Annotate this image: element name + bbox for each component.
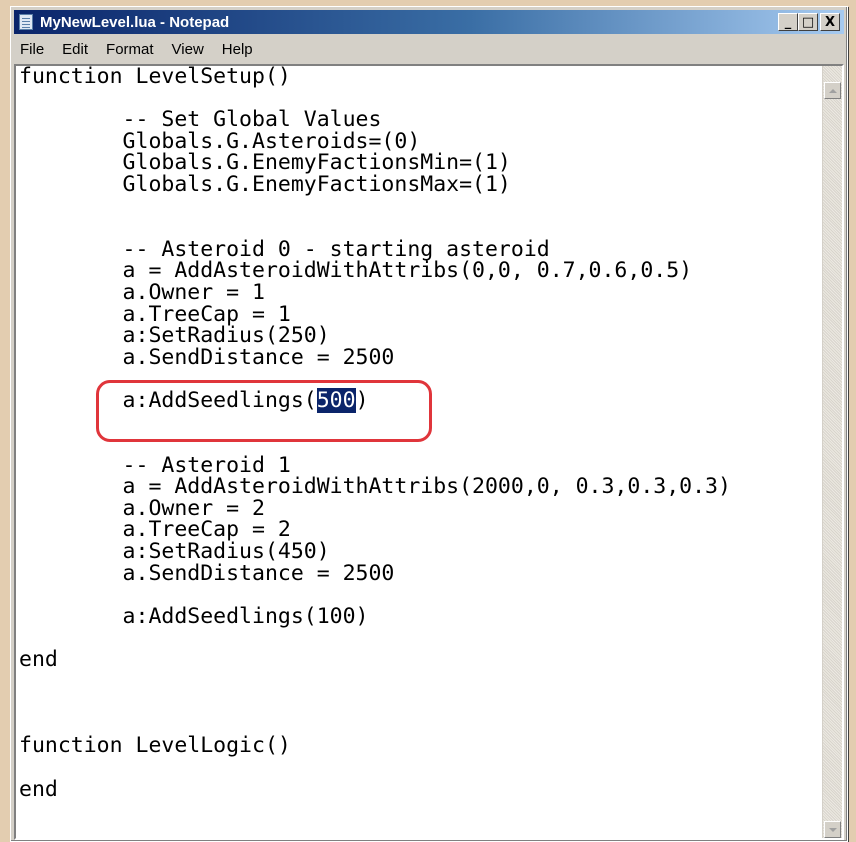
menu-file[interactable]: File: [14, 41, 53, 58]
menu-format[interactable]: Format: [97, 41, 163, 58]
arrow-down-icon: [828, 827, 837, 832]
window-controls: _ □ X: [778, 13, 840, 31]
code-line[interactable]: Globals.G.EnemyFactionsMin=(1): [19, 152, 809, 174]
code-line[interactable]: a.SendDistance = 2500: [19, 347, 809, 369]
code-line[interactable]: function LevelSetup(): [19, 66, 809, 88]
highlight-callout: [96, 380, 432, 442]
scroll-up-button[interactable]: [824, 82, 841, 99]
code-line[interactable]: -- Asteroid 1: [19, 455, 809, 477]
text-editor[interactable]: function LevelSetup() -- Set Global Valu…: [14, 64, 844, 840]
code-line[interactable]: a = AddAsteroidWithAttribs(0,0, 0.7,0.6,…: [19, 260, 809, 282]
window-title: MyNewLevel.lua - Notepad: [40, 14, 230, 31]
close-button[interactable]: X: [820, 13, 840, 31]
code-line[interactable]: a:SetRadius(250): [19, 325, 809, 347]
code-line[interactable]: [19, 671, 809, 693]
menu-edit[interactable]: Edit: [53, 41, 97, 58]
menu-bar: File Edit Format View Help: [14, 37, 844, 61]
code-line[interactable]: [19, 196, 809, 218]
code-line[interactable]: a.TreeCap = 2: [19, 519, 809, 541]
code-line[interactable]: -- Set Global Values: [19, 109, 809, 131]
code-line[interactable]: [19, 88, 809, 110]
code-line[interactable]: Globals.G.EnemyFactionsMax=(1): [19, 174, 809, 196]
vertical-scrollbar[interactable]: [822, 66, 842, 838]
code-line[interactable]: a = AddAsteroidWithAttribs(2000,0, 0.3,0…: [19, 476, 809, 498]
menu-view[interactable]: View: [163, 41, 213, 58]
code-line[interactable]: a.Owner = 2: [19, 498, 809, 520]
code-line[interactable]: -- Asteroid 0 - starting asteroid: [19, 239, 809, 261]
notepad-icon[interactable]: [19, 14, 33, 30]
code-line[interactable]: Globals.G.Asteroids=(0): [19, 131, 809, 153]
code-line[interactable]: [19, 692, 809, 714]
code-line[interactable]: [19, 714, 809, 736]
code-line[interactable]: end: [19, 778, 809, 801]
code-line[interactable]: function LevelLogic(): [19, 735, 809, 757]
maximize-button[interactable]: □: [798, 13, 818, 31]
code-line[interactable]: a:SetRadius(450): [19, 541, 809, 563]
code-line[interactable]: a.SendDistance = 2500: [19, 563, 809, 585]
title-bar[interactable]: MyNewLevel.lua - Notepad _ □ X: [14, 10, 844, 34]
code-line[interactable]: end: [19, 649, 809, 671]
code-line[interactable]: [19, 217, 809, 239]
code-line[interactable]: a:AddSeedlings(100): [19, 606, 809, 628]
code-line[interactable]: [19, 584, 809, 606]
code-line[interactable]: [19, 627, 809, 649]
code-line[interactable]: a.TreeCap = 1: [19, 303, 809, 326]
menu-help[interactable]: Help: [213, 41, 262, 58]
code-line[interactable]: [19, 757, 809, 779]
arrow-up-icon: [828, 88, 837, 93]
code-line[interactable]: a.Owner = 1: [19, 282, 809, 304]
scroll-down-button[interactable]: [824, 821, 841, 838]
minimize-button[interactable]: _: [778, 13, 798, 31]
